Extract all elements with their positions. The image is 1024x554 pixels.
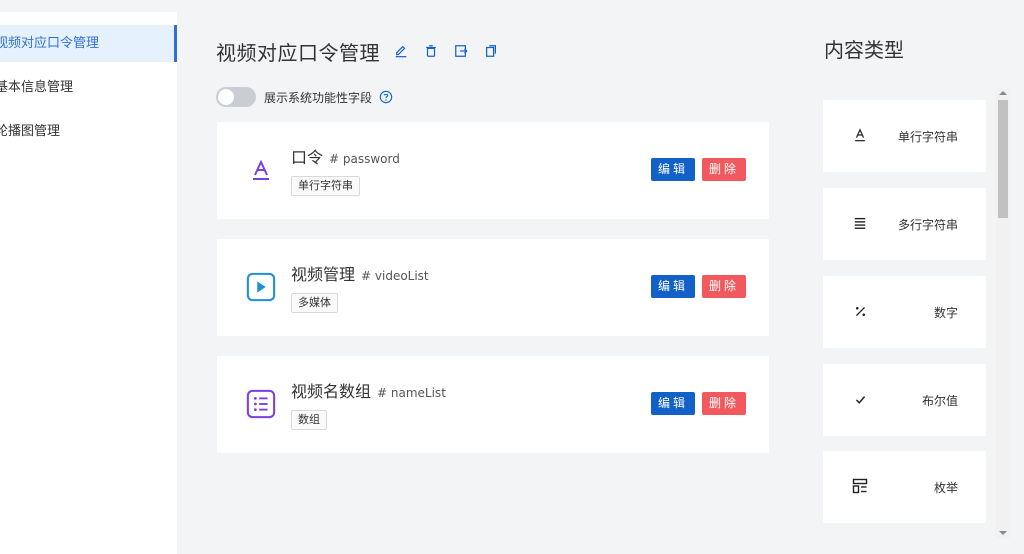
percent-icon [851,302,869,320]
field-type-tag: 单行字符串 [291,176,360,196]
check-icon [851,390,869,408]
field-name: 口令 # password [291,144,400,168]
content-type-single-line[interactable]: 单行字符串 [823,100,986,172]
scroll-down-arrow-icon[interactable] [999,531,1007,535]
delete-button[interactable]: 删除 [702,392,746,415]
content-type-label: 单行字符串 [897,130,958,144]
sidebar-item-label: 视频对应口令管理 [0,36,100,51]
content-type-enum[interactable]: 枚举 [823,451,986,523]
delete-button[interactable]: 删除 [702,158,746,181]
field-name: 视频管理 # videoList [291,261,429,285]
media-play-icon [245,271,277,303]
field-card: 视频管理 # videoList 多媒体 编辑 删除 [217,239,769,336]
field-card: 口令 # password 单行字符串 编辑 删除 [217,122,769,219]
export-icon[interactable] [452,42,470,60]
sidebar-top-gap [0,0,177,12]
field-name-label: 视频名数组 [291,382,372,401]
trash-icon[interactable] [422,42,440,60]
content-type-label: 枚举 [933,481,958,495]
title-row: 视频对应口令管理 [216,36,500,66]
help-icon[interactable] [379,90,393,104]
content-types-scrollbar[interactable] [996,88,1010,538]
edit-button[interactable]: 编辑 [651,158,695,181]
edit-icon[interactable] [392,42,410,60]
copy-icon[interactable] [482,42,500,60]
content-types-title: 内容类型 [824,38,904,62]
text-a-icon [245,154,277,186]
field-name-label: 视频管理 [291,265,356,284]
field-type-tag: 多媒体 [291,293,338,313]
field-name: 视频名数组 # nameList [291,378,446,402]
edit-button[interactable]: 编辑 [651,392,695,415]
content-type-label: 多行字符串 [897,218,958,232]
system-fields-toggle[interactable] [216,87,256,107]
scroll-thumb[interactable] [998,100,1008,218]
list-icon [245,388,277,420]
text-a-icon [851,126,869,144]
sidebar-item-carousel[interactable]: 轮播图管理 [0,113,177,150]
content-type-number[interactable]: 数字 [823,276,986,348]
edit-button[interactable]: 编辑 [651,275,695,298]
sidebar-item-label: 基本信息管理 [0,80,74,95]
delete-button[interactable]: 删除 [702,275,746,298]
content-type-label: 布尔值 [921,394,958,408]
page-title: 视频对应口令管理 [216,40,380,65]
field-name-label: 口令 [291,148,324,167]
content-type-label: 数字 [933,306,958,320]
sidebar-item-label: 轮播图管理 [0,124,61,139]
system-fields-toggle-row: 展示系统功能性字段 [216,86,393,108]
field-key: # nameList [377,386,446,400]
scroll-up-arrow-icon[interactable] [999,91,1007,95]
field-key: # videoList [361,269,429,283]
content-type-boolean[interactable]: 布尔值 [823,364,986,436]
sidebar: 视频对应口令管理 基本信息管理 轮播图管理 [0,0,177,554]
field-type-tag: 数组 [291,410,327,430]
sidebar-item-video-password[interactable]: 视频对应口令管理 [0,25,177,62]
content-type-multi-line[interactable]: 多行字符串 [823,188,986,260]
enum-icon [851,477,869,495]
field-key: # password [329,152,400,166]
lines-icon [851,214,869,232]
toggle-label: 展示系统功能性字段 [264,90,373,105]
field-card: 视频名数组 # nameList 数组 编辑 删除 [217,356,769,453]
sidebar-item-basic-info[interactable]: 基本信息管理 [0,69,177,106]
